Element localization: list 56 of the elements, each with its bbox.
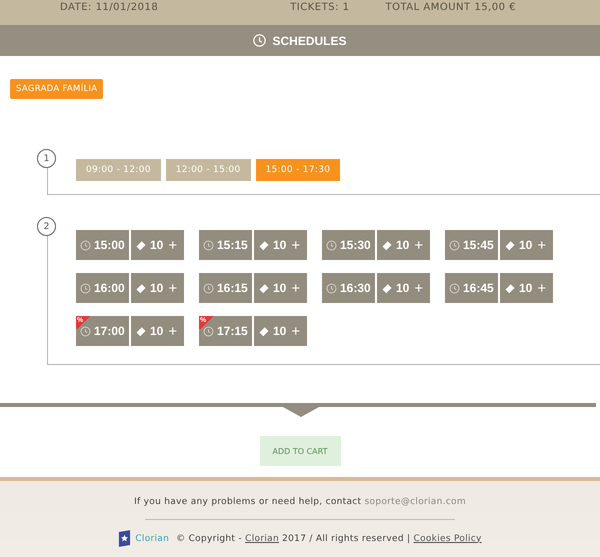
copyright-text: © Copyright - Clorian 2017 / All rights reserved | Cookies Policy xyxy=(176,534,482,544)
time-slot-button[interactable]: 16:00 xyxy=(76,273,129,303)
ticket-quantity-button[interactable]: 10 + xyxy=(131,230,184,260)
ticket-icon xyxy=(381,282,393,294)
ticket-icon xyxy=(381,239,393,251)
time-slot-button[interactable]: 15:00 xyxy=(76,230,129,260)
time-range-button[interactable]: 15:00 - 17:30 xyxy=(256,159,340,181)
ticket-quantity-button[interactable]: 10 + xyxy=(131,273,184,303)
ticket-icon xyxy=(258,239,270,251)
time-slot-button[interactable]: 15:30 xyxy=(322,230,375,260)
date-text: DATE: 11/01/2018 xyxy=(60,2,158,13)
clock-icon xyxy=(203,282,214,294)
clock-icon xyxy=(253,34,266,47)
ticket-quantity-button[interactable]: 10 + xyxy=(500,273,553,303)
logo-text: Clorian xyxy=(135,534,170,544)
ticket-icon xyxy=(135,282,147,294)
ticket-icon xyxy=(258,325,270,337)
tickets-text: TICKETS: 1 xyxy=(290,2,350,13)
ticket-icon xyxy=(504,239,516,251)
clock-icon xyxy=(326,282,337,294)
ticket-quantity-button[interactable]: 10 + xyxy=(500,230,553,260)
ticket-icon xyxy=(504,282,516,294)
ticket-quantity-button[interactable]: 10 + xyxy=(254,230,307,260)
time-slot-button[interactable]: 15:15 xyxy=(199,230,252,260)
time-range-button[interactable]: 09:00 - 12:00 xyxy=(76,159,161,181)
total-amount-text: TOTAL AMOUNT 15,00 € xyxy=(386,2,516,13)
ticket-quantity-button[interactable]: 10 + xyxy=(254,316,307,346)
ticket-logo-icon xyxy=(118,530,132,547)
help-text: If you have any problems or need help, contact soporte@clorian.com xyxy=(134,497,466,507)
ticket-icon xyxy=(258,282,270,294)
venue-tag[interactable]: SAGRADA FAMÍLIA xyxy=(10,79,104,99)
time-slot-button[interactable]: 16:30 xyxy=(322,273,375,303)
step-number: 1 xyxy=(37,149,56,168)
clock-icon xyxy=(80,326,91,336)
ticket-icon xyxy=(135,325,147,337)
clock-icon xyxy=(449,282,460,294)
time-range-button[interactable]: 12:00 - 15:00 xyxy=(166,159,250,181)
schedules-title: SCHEDULES xyxy=(272,34,346,48)
clock-icon xyxy=(80,240,91,250)
ticket-icon xyxy=(135,239,147,251)
clock-icon xyxy=(203,240,214,250)
clock-icon xyxy=(203,326,214,336)
time-slot-button[interactable]: 15:45 xyxy=(445,230,498,260)
ticket-quantity-button[interactable]: 10 + xyxy=(377,273,430,303)
ticket-quantity-button[interactable]: 10 + xyxy=(377,230,430,260)
clock-icon xyxy=(449,240,460,250)
cookies-policy-link[interactable]: Cookies Policy xyxy=(413,534,482,544)
clock-icon xyxy=(80,282,91,294)
ticket-quantity-button[interactable]: 10 + xyxy=(131,316,184,346)
time-slot-button[interactable]: 16:15 xyxy=(199,273,252,303)
ticket-quantity-button[interactable]: 10 + xyxy=(254,273,307,303)
email-link[interactable]: soporte@clorian.com xyxy=(364,497,466,507)
company-link[interactable]: Clorian xyxy=(245,534,279,544)
step-number: 2 xyxy=(37,217,56,236)
time-slot-button[interactable]: 16:45 xyxy=(445,273,498,303)
clock-icon xyxy=(326,240,337,250)
